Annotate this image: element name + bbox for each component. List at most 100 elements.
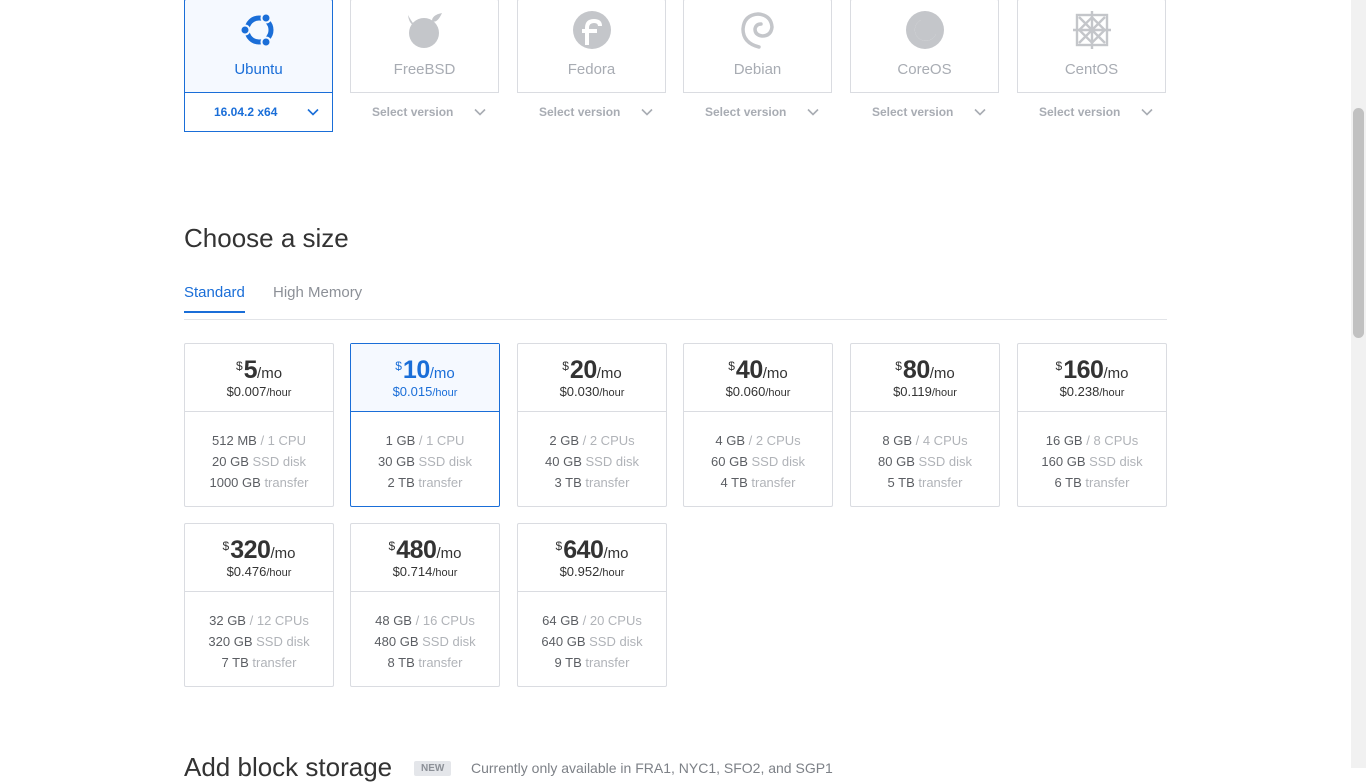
version-select-freebsd[interactable]: Select version (350, 92, 499, 132)
fedora-icon (573, 11, 611, 49)
price-amount: 320 (230, 536, 271, 564)
hourly-unit: /hour (931, 387, 957, 399)
block-storage-availability-note: Currently only available in FRA1, NYC1, … (471, 760, 833, 776)
spec-disk: 480 GB (374, 634, 419, 649)
distro-card-debian[interactable]: Debian Select version (683, 0, 832, 132)
version-label: Select version (872, 105, 954, 119)
size-card-80[interactable]: $80/mo $0.119/hour 8 GB / 4 CPUs 80 GB S… (850, 343, 1000, 507)
hourly-amount: $0.015 (392, 384, 433, 399)
hourly-amount: $0.060 (725, 384, 766, 399)
distro-name: FreeBSD (393, 61, 456, 78)
distribution-list: Ubuntu 16.04.2 x64 FreeBSD Select versio… (184, 0, 1167, 133)
version-select-ubuntu[interactable]: 16.04.2 x64 (184, 92, 333, 132)
spec-transfer: 8 TB (387, 655, 415, 670)
spec-transfer-label: transfer (751, 475, 796, 490)
price-box: $80/mo $0.119/hour (851, 344, 999, 412)
hourly-unit: /hour (765, 387, 791, 399)
hourly-amount: $0.119 (893, 384, 932, 399)
size-specs: 64 GB / 20 CPUs 640 GB SSD disk 9 TB tra… (518, 610, 666, 673)
spec-transfer-label: transfer (585, 655, 630, 670)
currency-symbol: $ (395, 359, 402, 373)
spec-transfer: 5 TB (887, 475, 915, 490)
version-select-coreos[interactable]: Select version (850, 92, 999, 132)
hourly-price: $0.476/hour (185, 564, 333, 579)
spec-memory: 8 GB (882, 433, 912, 448)
hourly-amount: $0.238 (1059, 384, 1100, 399)
distro-select-freebsd[interactable]: FreeBSD (351, 0, 498, 93)
distro-name: CentOS (1064, 61, 1119, 78)
distro-card-centos[interactable]: CentOS Select version (1017, 0, 1166, 132)
hourly-unit: /hour (1099, 387, 1125, 399)
size-card-160[interactable]: $160/mo $0.238/hour 16 GB / 8 CPUs 160 G… (1017, 343, 1167, 507)
distro-select-coreos[interactable]: CoreOS (851, 0, 998, 93)
price-box: $480/mo $0.714/hour (351, 524, 499, 592)
chevron-down-icon (1141, 108, 1153, 116)
version-select-debian[interactable]: Select version (683, 92, 832, 132)
centos-icon (1073, 11, 1111, 49)
distro-select-centos[interactable]: CentOS (1018, 0, 1165, 93)
price-amount: 20 (569, 356, 597, 384)
spec-memory: 1 GB (385, 433, 416, 448)
distro-select-ubuntu[interactable]: Ubuntu (185, 0, 332, 93)
distro-card-freebsd[interactable]: FreeBSD Select version (350, 0, 499, 132)
spec-memory: 32 GB (209, 613, 246, 628)
spec-disk: 60 GB (711, 454, 748, 469)
distro-card-ubuntu[interactable]: Ubuntu 16.04.2 x64 (184, 0, 333, 132)
spec-memory: 64 GB (542, 613, 579, 628)
size-card-5[interactable]: $5/mo $0.007/hour 512 MB / 1 CPU 20 GB S… (184, 343, 334, 507)
distro-select-debian[interactable]: Debian (684, 0, 831, 93)
size-card-40[interactable]: $40/mo $0.060/hour 4 GB / 2 CPUs 60 GB S… (683, 343, 833, 507)
spec-cpu: / 4 CPUs (915, 433, 968, 448)
currency-symbol: $ (562, 359, 569, 373)
freebsd-icon (408, 13, 442, 48)
price-period: /mo (603, 545, 629, 562)
page-scrollbar[interactable] (1351, 0, 1366, 768)
monthly-price: $10/mo (351, 356, 499, 385)
tab-standard[interactable]: Standard (184, 284, 245, 313)
monthly-price: $480/mo (351, 536, 499, 565)
spec-disk-label: SSD disk (585, 454, 639, 469)
hourly-price: $0.238/hour (1018, 384, 1166, 399)
chevron-down-icon (974, 108, 986, 116)
version-label: Select version (705, 105, 787, 119)
hourly-price: $0.119/hour (851, 384, 999, 399)
spec-disk-label: SSD disk (422, 634, 476, 649)
distro-select-fedora[interactable]: Fedora (518, 0, 665, 93)
size-specs: 32 GB / 12 CPUs 320 GB SSD disk 7 TB tra… (185, 610, 333, 673)
spec-transfer-label: transfer (418, 655, 463, 670)
spec-memory: 512 MB (212, 433, 257, 448)
size-specs: 1 GB / 1 CPU 30 GB SSD disk 2 TB transfe… (351, 430, 499, 493)
monthly-price: $160/mo (1018, 356, 1166, 385)
chevron-down-icon (807, 108, 819, 116)
hourly-unit: /hour (599, 387, 625, 399)
version-select-centos[interactable]: Select version (1017, 92, 1166, 132)
size-card-20[interactable]: $20/mo $0.030/hour 2 GB / 2 CPUs 40 GB S… (517, 343, 667, 507)
size-specs: 8 GB / 4 CPUs 80 GB SSD disk 5 TB transf… (851, 430, 999, 493)
new-badge: NEW (414, 761, 452, 776)
spec-transfer: 2 TB (387, 475, 415, 490)
coreos-icon (906, 11, 944, 49)
size-card-320[interactable]: $320/mo $0.476/hour 32 GB / 12 CPUs 320 … (184, 523, 334, 687)
price-box: $40/mo $0.060/hour (684, 344, 832, 412)
distro-card-coreos[interactable]: CoreOS Select version (850, 0, 999, 132)
scrollbar-thumb[interactable] (1353, 108, 1364, 338)
spec-transfer-label: transfer (585, 475, 630, 490)
tab-high-memory[interactable]: High Memory (273, 284, 362, 311)
distro-card-fedora[interactable]: Fedora Select version (517, 0, 666, 132)
price-period: /mo (762, 365, 788, 382)
spec-cpu: / 8 CPUs (1086, 433, 1139, 448)
currency-symbol: $ (555, 539, 563, 553)
spec-memory: 16 GB (1045, 433, 1083, 448)
size-card-640[interactable]: $640/mo $0.952/hour 64 GB / 20 CPUs 640 … (517, 523, 667, 687)
distro-name: Ubuntu (234, 61, 283, 78)
spec-disk: 40 GB (545, 454, 582, 469)
size-card-480[interactable]: $480/mo $0.714/hour 48 GB / 16 CPUs 480 … (350, 523, 500, 687)
version-select-fedora[interactable]: Select version (517, 92, 666, 132)
spec-transfer: 3 TB (554, 475, 582, 490)
size-card-10[interactable]: $10/mo $0.015/hour 1 GB / 1 CPU 30 GB SS… (350, 343, 500, 507)
hourly-amount: $0.714 (392, 564, 433, 579)
debian-icon (741, 12, 774, 49)
spec-disk-label: SSD disk (256, 634, 310, 649)
currency-symbol: $ (895, 359, 902, 373)
size-specs: 16 GB / 8 CPUs 160 GB SSD disk 6 TB tran… (1018, 430, 1166, 493)
